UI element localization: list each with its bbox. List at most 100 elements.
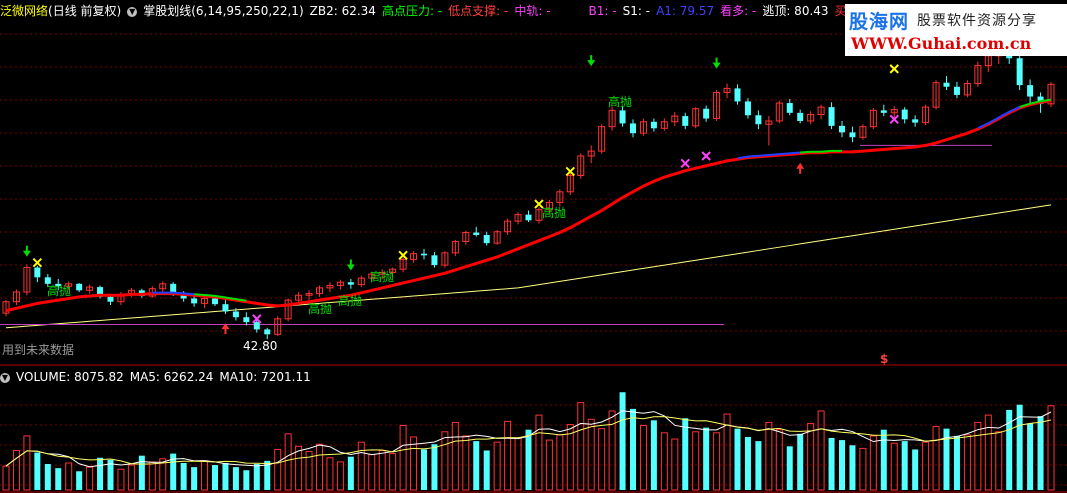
volume-bar-up <box>608 410 616 491</box>
sell-arrow-icon <box>22 250 31 257</box>
candle-body-down <box>839 125 845 133</box>
candle-body-down <box>347 282 354 285</box>
volume-bar-down <box>97 457 104 490</box>
candle-body-down <box>953 86 960 95</box>
dollar-mark: $ <box>880 352 889 366</box>
volume-bar-up <box>817 410 825 491</box>
candle-body-down <box>1016 58 1023 86</box>
candle-body-down <box>630 123 636 134</box>
midline <box>5 99 1052 313</box>
volume-bar-down <box>880 429 887 490</box>
candle-body-down <box>473 232 480 235</box>
volume-bar-down <box>347 456 354 490</box>
volume-bar-up <box>859 447 867 491</box>
volume-bar-up <box>587 418 595 491</box>
volume-bar-up <box>441 431 449 491</box>
volume-bar-up <box>127 464 135 491</box>
candle-body-down <box>797 112 804 121</box>
volume-bar-up <box>713 432 721 491</box>
candle-body-down <box>849 132 856 138</box>
candle-body-down <box>34 267 41 278</box>
volume-bar-down <box>44 464 51 490</box>
candle-body-down <box>943 82 950 87</box>
candle-body-down <box>682 116 689 126</box>
candle-body-down <box>264 329 271 335</box>
kline-chart[interactable] <box>0 0 1067 493</box>
volume-bar-up <box>295 445 303 491</box>
volume-bar-up <box>2 465 10 491</box>
volume-header: ▼ VOLUME: 8075.82 MA5: 6262.24 MA10: 7201.1… <box>0 369 317 385</box>
buy-arrow-icon <box>796 162 805 169</box>
volume-bar-up <box>274 448 282 491</box>
low-price-label: 42.80 <box>243 339 278 353</box>
sell-signal-label: 高抛 <box>47 284 72 298</box>
candle-body-down <box>755 115 762 125</box>
candle-body-down <box>107 296 114 302</box>
volume-bar-down <box>619 392 626 490</box>
volume-value: VOLUME: 8075.82 <box>16 370 124 384</box>
candle-body-down <box>525 214 532 221</box>
volume-bar-up <box>462 435 470 491</box>
volume-bar-up <box>692 431 700 491</box>
b1-value: B1: - <box>588 4 617 18</box>
volume-bar-up <box>922 441 930 491</box>
volume-bar-up <box>660 432 668 491</box>
volume-bar-down <box>912 449 919 490</box>
candle-body-down <box>786 103 793 113</box>
volume-bar-down <box>682 418 689 490</box>
volume-bar-down <box>421 449 427 490</box>
candle-body-down <box>744 101 751 116</box>
candle-body-down <box>1027 85 1034 97</box>
volume-bar-up <box>775 429 783 491</box>
volume-bar-up <box>378 449 386 491</box>
sell-signal-label: 高抛 <box>338 294 363 308</box>
volume-bar-up <box>326 457 334 491</box>
volume-bar-down <box>797 433 804 490</box>
indicator-menu-icon[interactable]: ▼ <box>127 6 138 17</box>
sell-signal-label: 高抛 <box>308 302 333 316</box>
brand-subtitle: 股票软件资源分享 <box>917 13 1037 29</box>
volume-bar-up <box>148 461 156 491</box>
brand-title: 股海网 <box>849 11 910 33</box>
volume-menu-icon[interactable]: ▼ <box>0 372 10 383</box>
volume-bar-up <box>639 425 647 491</box>
volume-bar-up <box>86 466 94 491</box>
volume-bar-down <box>483 450 490 490</box>
look-up-value: 看多: - <box>720 4 757 18</box>
volume-bar-up <box>556 434 564 491</box>
candle-body-down <box>232 311 239 318</box>
volume-bar-down <box>232 467 239 490</box>
volume-bar-down <box>828 438 835 490</box>
candle-body-down <box>483 234 490 244</box>
candle-body-down <box>828 107 835 126</box>
volume-bar-down <box>34 452 41 490</box>
candle-body-down <box>901 109 908 120</box>
volume-bar-down <box>1037 416 1044 490</box>
volume-bar-down <box>650 420 657 490</box>
volume-bar-up <box>807 422 815 491</box>
volume-bar-up <box>514 437 522 491</box>
volume-bar-up <box>117 468 125 491</box>
volume-bar-down <box>243 470 250 490</box>
brand-url: WWW.Guhai.com.cn <box>851 34 1032 53</box>
volume-bar-up <box>765 421 773 491</box>
volume-bar-up <box>65 462 73 491</box>
escape-top-value: 逃顶: 80.43 <box>762 4 829 18</box>
ma5-value: MA5: 6262.24 <box>129 370 214 384</box>
volume-bar-down <box>953 435 960 490</box>
volume-bar-up <box>336 461 344 491</box>
volume-bar-down <box>703 427 710 490</box>
stock-name[interactable]: 泛微网络 <box>0 4 48 18</box>
volume-bar-up <box>316 443 323 491</box>
a1-value: A1: 79.57 <box>656 4 715 18</box>
candle-body-down <box>650 121 657 129</box>
candle-body-down <box>880 110 887 113</box>
volume-bar-down <box>734 428 741 490</box>
volume-bar-down <box>180 462 187 490</box>
indicator-name[interactable]: 掌股划线(6,14,95,250,22,1) <box>143 4 303 18</box>
future-data-note: 用到未来数据 <box>2 343 75 357</box>
volume-bar-up <box>995 431 1003 491</box>
volume-bar-down <box>212 465 218 490</box>
volume-bar-up <box>535 414 543 491</box>
volume-bar-down <box>431 444 438 490</box>
